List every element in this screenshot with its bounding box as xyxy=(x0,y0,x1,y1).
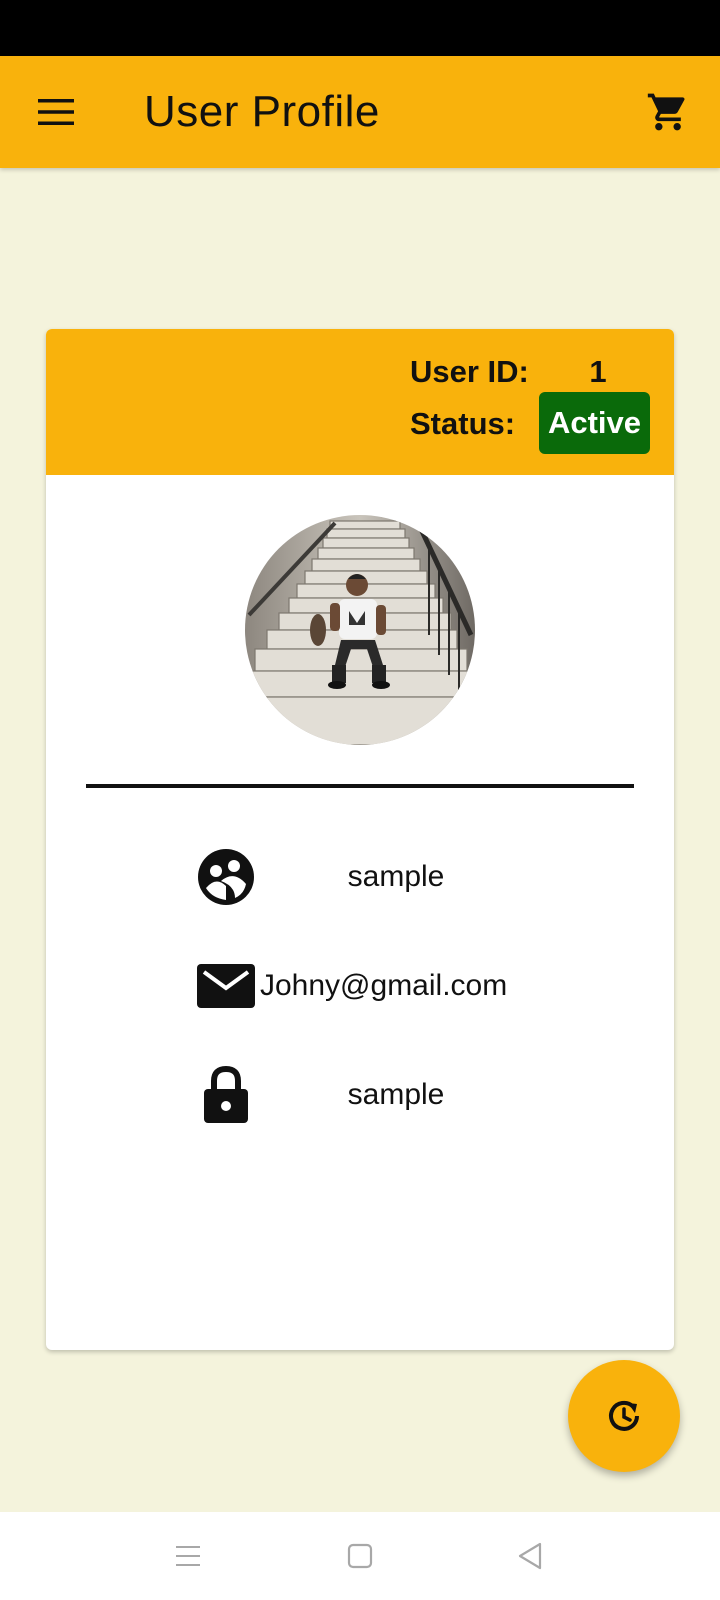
menu-button[interactable] xyxy=(28,86,84,138)
menu-icon xyxy=(38,99,74,125)
back-button[interactable] xyxy=(506,1532,554,1580)
history-fab-button[interactable] xyxy=(568,1360,680,1472)
avatar-photo xyxy=(245,515,475,745)
username-value: sample xyxy=(347,860,445,893)
avatar xyxy=(245,515,475,745)
profile-card: User ID: 1 Status: Active sample Johny@g… xyxy=(46,329,674,1350)
home-button[interactable] xyxy=(336,1532,384,1580)
user-id-label: User ID: xyxy=(410,354,529,389)
recents-icon xyxy=(176,1546,200,1566)
home-icon xyxy=(347,1543,373,1569)
email-value: Johny@gmail.com xyxy=(260,969,508,1002)
history-refresh-icon xyxy=(609,1400,639,1431)
card-header: User ID: 1 Status: Active xyxy=(46,329,674,475)
user-id-value: 1 xyxy=(589,354,607,389)
people-icon xyxy=(196,847,256,907)
recents-button[interactable] xyxy=(164,1532,212,1580)
system-status-bar xyxy=(0,0,720,56)
divider xyxy=(86,784,634,788)
app-bar: User Profile xyxy=(0,56,720,168)
cart-button[interactable] xyxy=(640,84,696,140)
back-icon xyxy=(518,1542,542,1570)
lock-icon xyxy=(196,1065,256,1125)
page-title: User Profile xyxy=(144,87,380,136)
password-row: sample xyxy=(46,1060,674,1130)
password-value: sample xyxy=(347,1078,445,1111)
status-label: Status: xyxy=(410,406,516,441)
system-nav-bar xyxy=(0,1512,720,1600)
cart-icon xyxy=(647,93,685,131)
mail-icon xyxy=(196,956,256,1016)
status-badge: Active xyxy=(539,392,650,454)
username-row: sample xyxy=(46,842,674,912)
email-row: Johny@gmail.com xyxy=(46,951,674,1021)
